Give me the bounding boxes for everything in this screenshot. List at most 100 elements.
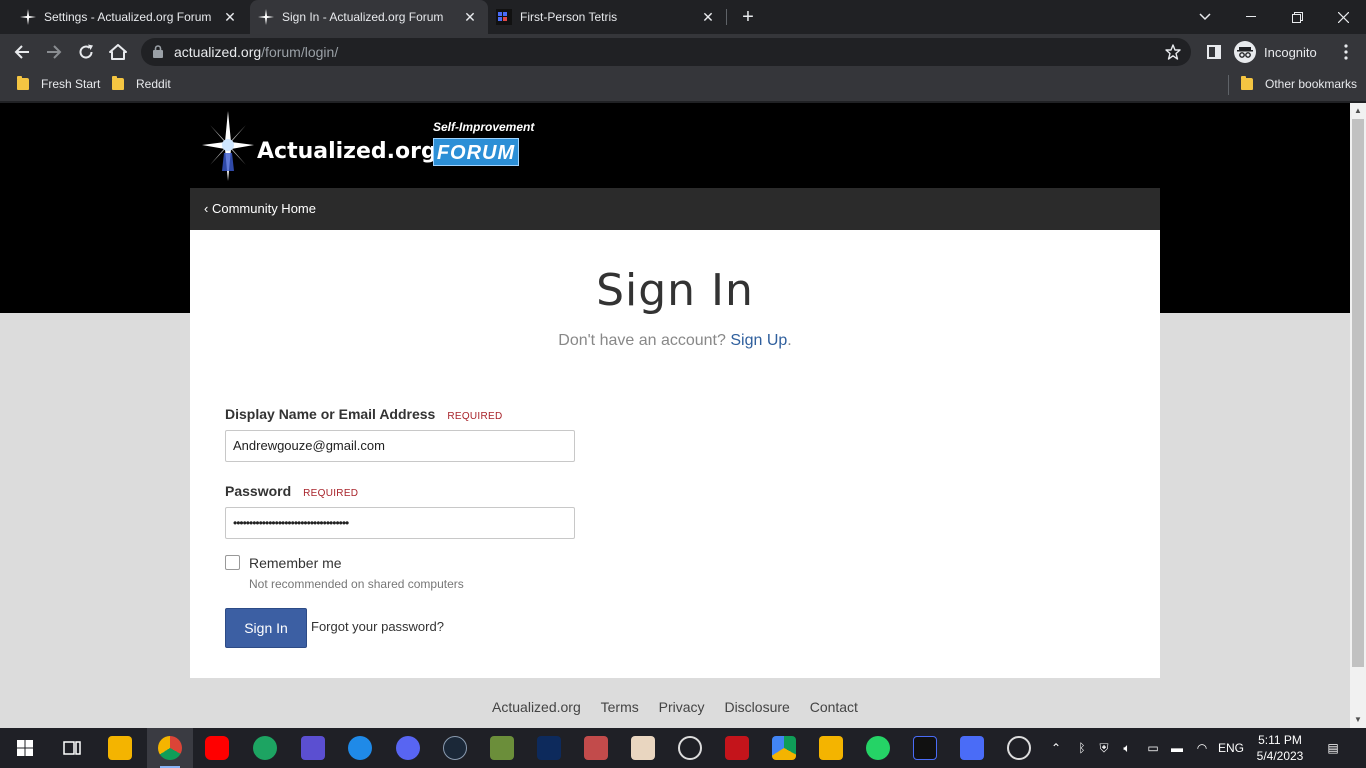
game-app-icon[interactable] <box>537 736 561 760</box>
language-indicator[interactable]: ENG <box>1218 728 1244 768</box>
required-badge: REQUIRED <box>303 488 359 499</box>
other-bookmarks[interactable]: Other bookmarks <box>1241 76 1357 91</box>
password-field[interactable]: •••••••••••••••••••••••••••••••••••• <box>225 507 575 539</box>
page-scrollbar[interactable]: ▲ ▼ <box>1350 103 1366 728</box>
close-tab-icon[interactable]: ✕ <box>700 9 716 25</box>
restore-button[interactable] <box>1274 0 1320 34</box>
tab-tetris[interactable]: First-Person Tetris ✕ <box>476 0 726 34</box>
clock-time: 5:11 PM <box>1258 733 1302 747</box>
file-explorer-icon[interactable] <box>108 736 132 760</box>
side-panel-button[interactable] <box>1200 38 1228 66</box>
chevron-down-icon <box>1199 13 1211 21</box>
acrobat-icon[interactable] <box>725 736 749 760</box>
show-hidden-icons-chevron-icon[interactable]: ⌃ <box>1048 728 1064 768</box>
folder-icon <box>112 76 124 90</box>
task-view-icon[interactable] <box>60 736 84 760</box>
community-home-link[interactable]: ‹ Community Home <box>204 201 316 216</box>
folder-icon <box>1241 76 1253 90</box>
footer-link-actualized[interactable]: Actualized.org <box>492 699 581 715</box>
meet-now-icon[interactable]: ▭ <box>1144 728 1162 768</box>
app-icon-hexagon[interactable] <box>301 736 325 760</box>
notification-center-icon[interactable]: ▤ <box>1322 728 1344 768</box>
tetris-favicon-icon <box>496 9 512 25</box>
minimize-button[interactable] <box>1228 0 1274 34</box>
bookmarks-divider <box>1228 75 1229 95</box>
battery-icon[interactable]: ▬ <box>1168 728 1186 768</box>
bluetooth-app-icon[interactable] <box>348 736 372 760</box>
security-shield-icon[interactable]: ⛨ <box>1096 728 1112 768</box>
site-logo[interactable]: Actualized.org Self-Improvement FORUM <box>200 109 545 183</box>
remember-me-label[interactable]: Remember me <box>249 555 342 571</box>
url-path: /forum/login/ <box>261 44 339 60</box>
sign-in-button[interactable]: Sign In <box>225 608 307 648</box>
discord-icon[interactable] <box>396 736 420 760</box>
footer-link-terms[interactable]: Terms <box>601 699 639 715</box>
actualized-favicon-icon <box>258 9 274 25</box>
forgot-password-link[interactable]: Forgot your password? <box>311 619 444 634</box>
minecraft-icon[interactable] <box>490 736 514 760</box>
footer-link-disclosure[interactable]: Disclosure <box>724 699 789 715</box>
sign-up-link[interactable]: Sign Up <box>730 332 787 349</box>
scroll-down-arrow-icon[interactable]: ▼ <box>1350 712 1366 728</box>
tab-sign-in[interactable]: Sign In - Actualized.org Forum ✕ <box>250 0 488 34</box>
anime-app-icon[interactable] <box>631 736 655 760</box>
google-drive-icon[interactable] <box>772 736 796 760</box>
page-title: Sign In <box>596 265 754 316</box>
volume-icon[interactable]: 🔈︎ <box>1118 728 1136 768</box>
community-home-label: Community Home <box>211 201 316 216</box>
scrollbar-thumb[interactable] <box>1352 119 1364 667</box>
url-host: actualized.org <box>174 44 262 60</box>
windows-start-icon[interactable] <box>13 736 37 760</box>
clock-date: 5/4/2023 <box>1256 749 1304 763</box>
scroll-up-arrow-icon[interactable]: ▲ <box>1350 103 1366 119</box>
whatsapp-icon[interactable] <box>866 736 890 760</box>
bluetooth-icon[interactable]: ᛒ <box>1074 728 1090 768</box>
windows-taskbar: ⌃ ᛒ ⛨ 🔈︎ ▭ ▬ ◠ ENG 5:11 PM 5/4/2023 ▤ <box>0 728 1366 768</box>
incognito-profile-button[interactable]: Incognito <box>1234 39 1317 65</box>
youtube-icon[interactable] <box>205 736 229 760</box>
close-tab-icon[interactable]: ✕ <box>222 9 238 25</box>
edge-icon[interactable] <box>253 736 277 760</box>
email-field[interactable]: Andrewgouze@gmail.com <box>225 430 575 462</box>
browser-menu-button[interactable] <box>1332 38 1360 66</box>
home-icon <box>109 44 127 60</box>
star-burst-icon <box>202 111 254 181</box>
footer-link-contact[interactable]: Contact <box>810 699 858 715</box>
bookmark-fresh-start[interactable]: Fresh Start <box>17 76 100 91</box>
google-classroom-icon[interactable] <box>819 736 843 760</box>
home-button[interactable] <box>104 38 132 66</box>
browser-toolbar: actualized.org/forum/login/ Incognito <box>0 34 1366 70</box>
forward-button[interactable] <box>40 38 68 66</box>
search-app-icon[interactable] <box>960 736 984 760</box>
obs-icon[interactable] <box>678 736 702 760</box>
back-button[interactable] <box>8 38 36 66</box>
photo-app-icon[interactable] <box>584 736 608 760</box>
forum-navbar: ‹ Community Home <box>190 188 1160 230</box>
tab-strip: Settings - Actualized.org Forum ✕ Sign I… <box>0 0 1366 34</box>
clock[interactable]: 5:11 PM 5/4/2023 <box>1252 728 1308 768</box>
address-bar[interactable]: actualized.org/forum/login/ <box>141 38 1191 66</box>
reload-button[interactable] <box>72 38 100 66</box>
chevron-left-icon: ‹ <box>204 201 212 216</box>
logo-tagline: Self-Improvement <box>433 120 535 134</box>
close-window-button[interactable] <box>1320 0 1366 34</box>
more-vertical-icon <box>1344 44 1348 60</box>
steam-icon[interactable] <box>443 736 467 760</box>
bookmark-reddit[interactable]: Reddit <box>112 76 171 91</box>
remember-me-checkbox[interactable] <box>225 555 240 570</box>
email-label-text: Display Name or Email Address <box>225 406 436 422</box>
media-player-icon[interactable] <box>1007 736 1031 760</box>
bookmark-star-icon[interactable] <box>1165 44 1181 60</box>
chrome-icon[interactable] <box>158 736 182 760</box>
minimize-icon <box>1246 16 1256 17</box>
close-icon <box>1337 11 1349 23</box>
tab-settings[interactable]: Settings - Actualized.org Forum ✕ <box>0 0 248 34</box>
page-viewport: Actualized.org Self-Improvement FORUM ‹ … <box>0 103 1350 728</box>
signup-period: . <box>787 332 792 349</box>
tab-search-button[interactable] <box>1182 0 1228 34</box>
site-footer: Actualized.org Terms Privacy Disclosure … <box>0 699 1350 715</box>
new-tab-button[interactable]: + <box>736 6 760 28</box>
wifi-icon[interactable]: ◠ <box>1193 728 1211 768</box>
footer-link-privacy[interactable]: Privacy <box>659 699 705 715</box>
tetris-icon[interactable] <box>913 736 937 760</box>
